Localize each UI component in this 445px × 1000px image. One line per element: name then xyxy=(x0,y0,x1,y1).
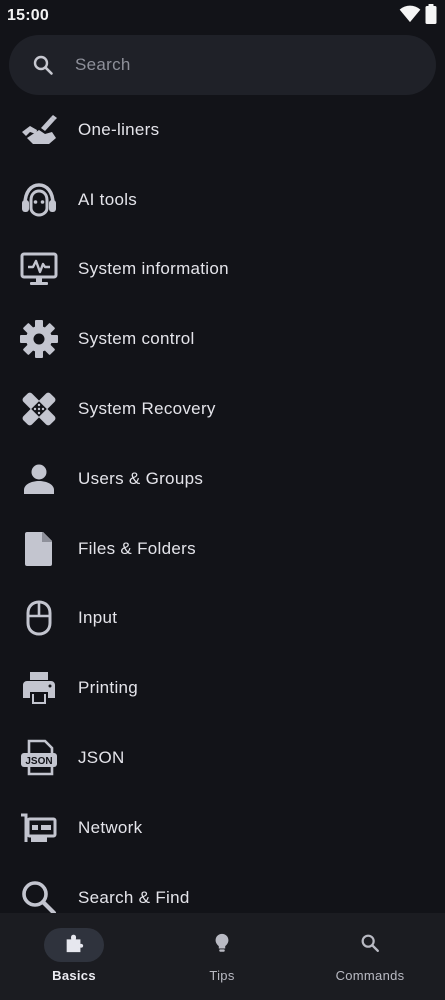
search-placeholder: Search xyxy=(75,55,131,74)
nav-active-indicator xyxy=(44,928,104,962)
list-item-label: System Recovery xyxy=(78,399,216,419)
nav-tab-commands[interactable]: Commands xyxy=(296,913,444,1000)
nav-tab-tips[interactable]: Tips xyxy=(148,913,296,1000)
list-item-label: Files & Folders xyxy=(78,538,196,558)
list-item-label: Users & Groups xyxy=(78,468,204,488)
robot-head-icon xyxy=(19,180,59,220)
list-item-printing[interactable]: Printing xyxy=(0,653,445,723)
nav-label: Basics xyxy=(52,968,96,983)
hand-writing-icon xyxy=(19,110,59,150)
status-bar: 15:00 xyxy=(0,0,445,32)
list-item-system-control[interactable]: System control xyxy=(0,304,445,374)
list-item-system-recovery[interactable]: System Recovery xyxy=(0,374,445,444)
status-icons xyxy=(399,4,437,29)
lightbulb-icon xyxy=(211,932,233,959)
battery-icon xyxy=(425,4,437,29)
list-item-files-folders[interactable]: Files & Folders xyxy=(0,514,445,584)
nav-label: Commands xyxy=(335,968,405,983)
list-item-json[interactable]: JSON JSON xyxy=(0,723,445,793)
search-icon xyxy=(31,53,55,77)
list-item-label: System information xyxy=(78,259,229,279)
list-item-network[interactable]: Network xyxy=(0,793,445,863)
monitor-pulse-icon xyxy=(19,249,59,289)
file-icon xyxy=(19,529,59,569)
nav-label: Tips xyxy=(209,968,235,983)
printer-icon xyxy=(19,668,59,708)
bandage-icon xyxy=(19,389,59,429)
list-item-label: Input xyxy=(78,608,118,628)
list-item-one-liners[interactable]: One-liners xyxy=(0,95,445,165)
search-bar[interactable]: Search xyxy=(9,35,436,95)
category-list: One-liners AI tools System information S… xyxy=(0,95,445,913)
wifi-icon xyxy=(399,5,421,28)
list-item-label: AI tools xyxy=(78,189,138,209)
list-item-label: Network xyxy=(78,817,143,837)
status-time: 15:00 xyxy=(7,7,49,24)
list-item-input[interactable]: Input xyxy=(0,584,445,654)
network-card-icon xyxy=(19,808,59,848)
bottom-navigation: Basics Tips Commands xyxy=(0,913,445,1000)
list-item-ai-tools[interactable]: AI tools xyxy=(0,165,445,235)
list-item-label: System control xyxy=(78,329,195,349)
list-item-search-find[interactable]: Search & Find xyxy=(0,863,445,913)
magnifier-icon xyxy=(19,878,59,913)
search-icon xyxy=(359,932,381,959)
list-item-users-groups[interactable]: Users & Groups xyxy=(0,444,445,514)
person-icon xyxy=(19,459,59,499)
mouse-icon xyxy=(19,598,59,638)
svg-text:JSON: JSON xyxy=(25,756,52,767)
nav-pill xyxy=(340,928,400,962)
puzzle-icon xyxy=(63,932,85,959)
list-item-label: JSON xyxy=(78,748,125,768)
nav-tab-basics[interactable]: Basics xyxy=(0,913,148,1000)
list-item-system-information[interactable]: System information xyxy=(0,235,445,305)
gear-icon xyxy=(19,319,59,359)
json-file-icon: JSON xyxy=(19,738,59,778)
list-item-label: Search & Find xyxy=(78,887,190,907)
list-item-label: One-liners xyxy=(78,119,160,139)
nav-pill xyxy=(192,928,252,962)
list-item-label: Printing xyxy=(78,678,139,698)
